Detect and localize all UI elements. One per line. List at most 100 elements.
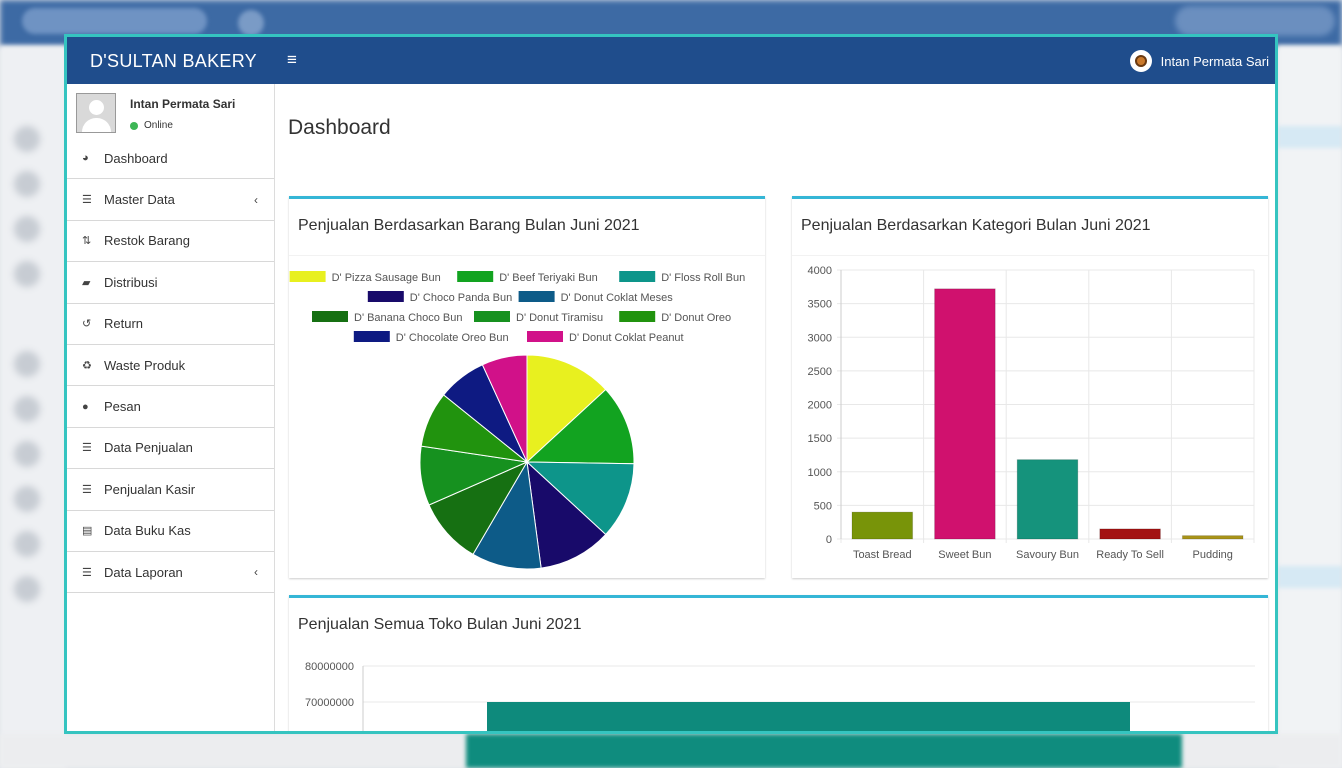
sidebar-item-distribusi[interactable]: ▰ Distribusi <box>67 262 274 304</box>
x-tick-label: Sweet Bun <box>938 549 991 561</box>
legend-label: D' Beef Teriyaki Bun <box>499 272 598 284</box>
category-chart-box: Penjualan Berdasarkan Kategori Bulan Jun… <box>792 196 1268 578</box>
sidebar-item-master-data[interactable]: ☰ Master Data ‹ <box>67 179 274 221</box>
table-icon: ☰ <box>82 442 92 455</box>
bar[interactable] <box>1016 459 1079 540</box>
sidebar-item-waste-produk[interactable]: ♻ Waste Produk <box>67 345 274 387</box>
background-icon <box>14 531 40 557</box>
chevron-left-icon: ‹ <box>254 192 258 207</box>
background-right <box>1278 46 1342 768</box>
chevron-left-icon: ‹ <box>254 565 258 580</box>
background-icon <box>14 396 40 422</box>
page-title: Dashboard <box>288 116 391 139</box>
category-bar-chart: 0 500 1000 1500 2000 2500 3000 3500 4000 Toast Br… <box>808 265 1255 561</box>
pie-chart: D' Pizza Sausage Bun D' Beef Teriyaki Bun… <box>289 271 745 570</box>
background-icon <box>14 441 40 467</box>
table-icon: ☰ <box>82 483 92 496</box>
status-label: Online <box>144 120 173 131</box>
sidebar-item-label: Master Data <box>104 192 175 208</box>
pie-chart-box: Penjualan Berdasarkan Barang Bulan Juni … <box>289 196 765 578</box>
comment-icon: ● <box>82 400 89 413</box>
bar[interactable] <box>934 288 996 540</box>
sidebar-item-label: Dashboard <box>104 150 168 166</box>
sidebar-item-return[interactable]: ↺ Return <box>67 304 274 345</box>
dashboard-icon: ◕ <box>82 152 89 165</box>
legend-swatch <box>474 311 510 322</box>
bar[interactable] <box>487 702 1130 734</box>
legend-swatch <box>312 311 348 322</box>
sidebar-item-data-buku-kas[interactable]: ▤ Data Buku Kas <box>67 511 274 552</box>
legend-swatch <box>619 271 656 282</box>
legend-label: D' Donut Coklat Peanut <box>569 332 684 344</box>
store-bar-chart: 60000000 70000000 80000000 <box>305 661 1255 734</box>
legend-label: D' Banana Choco Bun <box>354 312 463 324</box>
y-tick-label: 0 <box>826 534 832 546</box>
bar[interactable] <box>1099 528 1161 540</box>
background-icon <box>14 486 40 512</box>
bar[interactable] <box>1181 535 1244 540</box>
y-tick-label: 1500 <box>808 433 832 445</box>
sidebar-item-label: Restok Barang <box>104 233 190 249</box>
background-icon <box>14 261 40 287</box>
legend-label: D' Chocolate Oreo Bun <box>396 332 509 344</box>
background-bottom <box>0 734 1342 768</box>
y-tick-label: 2500 <box>808 366 832 378</box>
sidebar-item-data-penjualan[interactable]: ☰ Data Penjualan <box>67 428 274 470</box>
sidebar-item-label: Data Penjualan <box>104 440 193 456</box>
sidebar-item-label: Data Laporan <box>104 564 183 580</box>
background-sidebar <box>0 46 66 768</box>
truck-icon: ▰ <box>82 276 91 289</box>
y-tick-label: 1000 <box>808 467 832 479</box>
legend-swatch <box>289 271 326 282</box>
x-tick-label: Ready To Sell <box>1096 549 1164 561</box>
sidebar-item-pesan[interactable]: ● Pesan <box>67 386 274 428</box>
sidebar-item-label: Data Buku Kas <box>104 523 191 539</box>
bar[interactable] <box>851 511 914 540</box>
sidebar-item-dashboard[interactable]: ◕ Dashboard <box>67 138 274 180</box>
sidebar-toggle-icon[interactable]: ≡ <box>287 50 297 70</box>
user-placeholder-avatar <box>76 93 116 133</box>
legend-swatch <box>527 331 563 342</box>
sidebar-item-label: Waste Produk <box>104 357 186 373</box>
user-avatar-icon <box>1129 50 1152 72</box>
user-menu[interactable]: Intan Permata Sari <box>1129 50 1269 72</box>
top-navbar: D'SULTAN BAKERY ≡ Intan Permata Sari <box>67 37 1275 84</box>
sidebar-item-restok-barang[interactable]: ⇅ Restok Barang <box>67 221 274 263</box>
legend-label: D' Donut Oreo <box>661 312 731 324</box>
sidebar-item-label: Pesan <box>104 399 141 415</box>
user-panel: Intan Permata Sari Online <box>67 84 274 138</box>
sidebar-item-data-laporan[interactable]: ☰ Data Laporan ‹ <box>67 552 274 594</box>
legend-label: D' Pizza Sausage Bun <box>332 272 441 284</box>
y-tick-label: 4000 <box>808 265 832 277</box>
legend-label: D' Choco Panda Bun <box>410 292 512 304</box>
background-icon <box>14 216 40 242</box>
legend-swatch <box>367 291 404 302</box>
legend-label: D' Donut Coklat Meses <box>561 292 674 304</box>
background-icon <box>14 126 40 152</box>
status-dot-icon <box>130 121 138 130</box>
y-tick-label: 70000000 <box>305 697 354 709</box>
background-strip <box>1278 126 1342 148</box>
list-icon: ☰ <box>82 566 92 579</box>
x-tick-label: Savoury Bun <box>1016 549 1079 561</box>
legend-label: D' Floss Roll Bun <box>661 272 745 284</box>
y-tick-label: 60000000 <box>305 733 354 734</box>
legend-swatch <box>353 331 390 342</box>
sidebar-item-label: Penjualan Kasir <box>104 481 196 497</box>
sidebar: Intan Permata Sari Online ◕ Dashboard ☰ Mas… <box>67 84 275 731</box>
background-teal-bar <box>466 734 1182 768</box>
background-icon <box>14 351 40 377</box>
recycle-icon: ♻ <box>82 359 92 372</box>
x-tick-label: Pudding <box>1193 549 1233 561</box>
main-content: Dashboard Penjualan Berdasarkan Barang B… <box>276 84 1275 734</box>
sidebar-item-label: Distribusi <box>104 274 158 290</box>
user-menu-name: Intan Permata Sari <box>1160 53 1269 69</box>
store-chart-box: Penjualan Semua Toko Bulan Juni 2021 600… <box>289 595 1268 734</box>
background-user-area <box>1175 6 1335 36</box>
y-tick-label: 3500 <box>808 299 832 311</box>
sidebar-item-label: Return <box>104 316 144 332</box>
list-icon: ☰ <box>82 194 92 207</box>
sidebar-item-penjualan-kasir[interactable]: ☰ Penjualan Kasir <box>67 469 274 511</box>
book-icon: ▤ <box>82 525 93 538</box>
brand-logo[interactable]: D'SULTAN BAKERY <box>90 51 257 72</box>
